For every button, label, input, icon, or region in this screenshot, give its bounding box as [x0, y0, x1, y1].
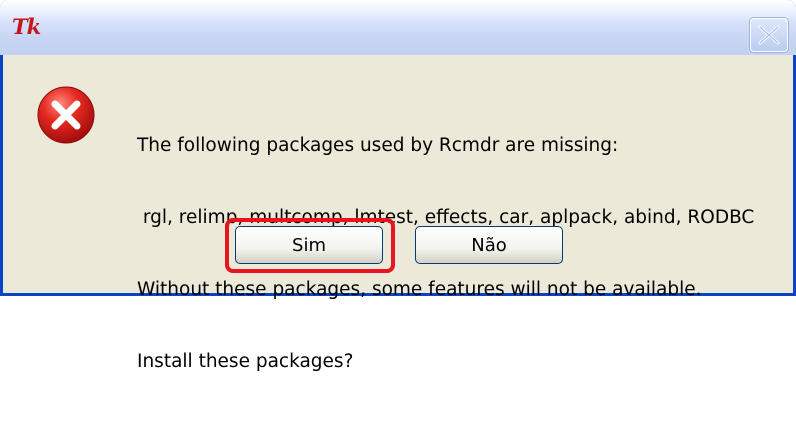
title-bar[interactable]: Tk — [0, 0, 796, 55]
tk-logo: Tk — [12, 14, 41, 39]
dialog-window: Tk The following packages used by Rcmdr … — [0, 0, 796, 372]
message-line: Without these packages, some features wi… — [137, 279, 702, 300]
message-line: The following packages used by Rcmdr are… — [137, 135, 619, 156]
error-icon — [37, 86, 95, 144]
close-icon — [758, 25, 780, 45]
no-button[interactable]: Não — [415, 226, 563, 264]
yes-button[interactable]: Sim — [235, 226, 383, 264]
dialog-content: The following packages used by Rcmdr are… — [3, 55, 793, 372]
close-button[interactable] — [750, 18, 788, 52]
message-line: Install these packages? — [137, 351, 354, 372]
